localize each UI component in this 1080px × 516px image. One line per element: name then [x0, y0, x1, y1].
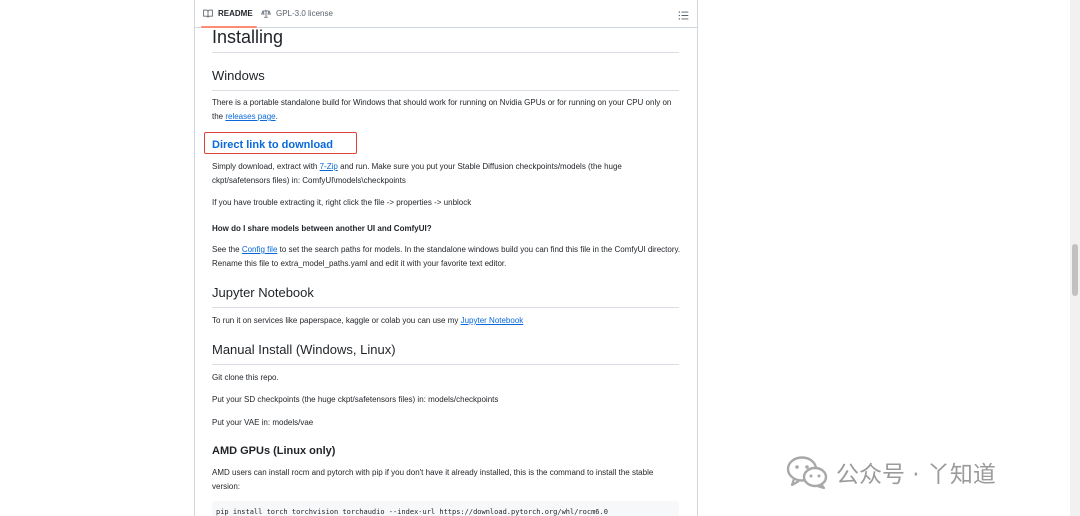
scale-icon	[261, 9, 271, 18]
direct-download-link[interactable]: Direct link to download	[212, 138, 333, 152]
book-icon	[203, 9, 213, 18]
heading-amd-gpus: AMD GPUs (Linux only)	[212, 445, 336, 457]
git-clone-paragraph: Git clone this repo.	[212, 373, 279, 382]
config-text: See the	[212, 245, 242, 254]
7zip-link[interactable]: 7-Zip	[320, 162, 338, 171]
heading-share-models: How do I share models between another UI…	[212, 224, 432, 233]
heading-installing: Installing	[212, 27, 679, 53]
page: README GPL-3.0 license Installing Window…	[0, 0, 1080, 516]
watermark: 公众号 · 丫知道	[786, 452, 996, 492]
vae-paragraph: Put your VAE in: models/vae	[212, 418, 314, 427]
jupyter-notebook-link[interactable]: Jupyter Notebook	[461, 316, 524, 325]
releases-page-link[interactable]: releases page	[225, 112, 275, 121]
page-scrollbar[interactable]	[1070, 0, 1080, 516]
watermark-text: 公众号 · 丫知道	[836, 462, 996, 488]
list-outline-icon[interactable]	[678, 8, 689, 20]
tab-license[interactable]: GPL-3.0 license	[261, 0, 333, 27]
readme-tab-bar: README GPL-3.0 license	[195, 0, 697, 28]
heading-manual-install: Manual Install (Windows, Linux)	[212, 342, 679, 365]
windows-text-end: .	[275, 112, 278, 121]
trouble-paragraph: If you have trouble extracting it, right…	[212, 198, 472, 207]
jupyter-paragraph: To run it on services like paperspace, k…	[212, 314, 682, 328]
wechat-icon	[786, 456, 828, 489]
tab-readme[interactable]: README	[201, 0, 257, 28]
tab-license-label: GPL-3.0 license	[276, 9, 333, 18]
scrollbar-thumb[interactable]	[1072, 244, 1078, 296]
pip-install-code[interactable]: pip install torch torchvision torchaudio…	[212, 501, 679, 516]
config-text-2: to set the search paths for models. In t…	[212, 245, 681, 268]
config-file-link[interactable]: Config file	[242, 245, 278, 254]
windows-text: There is a portable standalone build for…	[212, 98, 672, 121]
heading-windows: Windows	[212, 68, 679, 91]
config-paragraph: See the Config file to set the search pa…	[212, 243, 682, 271]
extract-paragraph: Simply download, extract with 7-Zip and …	[212, 160, 682, 188]
readme-card: README GPL-3.0 license Installing Window…	[194, 0, 698, 516]
extract-text: Simply download, extract with	[212, 162, 320, 171]
amd-paragraph: AMD users can install rocm and pytorch w…	[212, 468, 654, 491]
checkpoints-paragraph: Put your SD checkpoints (the huge ckpt/s…	[212, 395, 499, 404]
tab-readme-label: README	[218, 9, 253, 18]
windows-paragraph: There is a portable standalone build for…	[212, 96, 682, 124]
jupyter-text: To run it on services like paperspace, k…	[212, 316, 461, 325]
heading-jupyter: Jupyter Notebook	[212, 285, 679, 308]
